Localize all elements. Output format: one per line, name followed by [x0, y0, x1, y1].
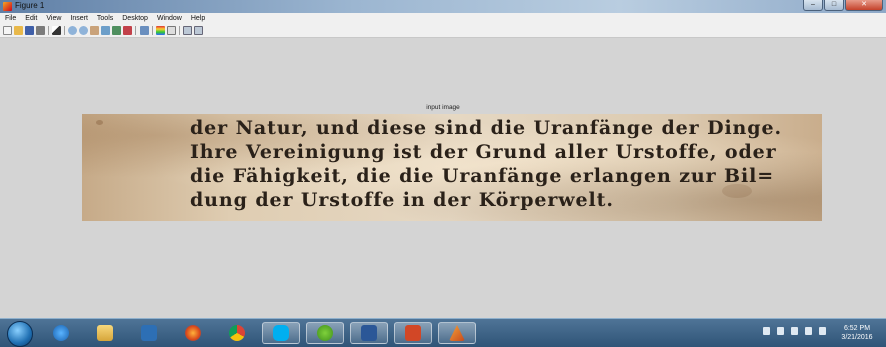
- taskbar-clock[interactable]: 6:52 PM 3/21/2016: [832, 324, 882, 342]
- internet-explorer-icon: [53, 325, 69, 341]
- menu-view[interactable]: View: [46, 13, 61, 24]
- matlab-figure-icon: [3, 2, 12, 11]
- powerpoint-icon: [405, 325, 421, 341]
- toolbar-separator: [64, 26, 65, 35]
- menu-help[interactable]: Help: [191, 13, 205, 24]
- text-line-1: der Natur, und diese sind die Uranfänge …: [190, 117, 782, 139]
- data-cursor-icon[interactable]: [112, 26, 121, 35]
- taskbar-app[interactable]: [438, 322, 476, 344]
- window-controls: – □ ✕: [803, 0, 883, 11]
- insert-legend-icon[interactable]: [167, 26, 176, 35]
- text-line-4: dung der Urstoffe in der Körperwelt.: [190, 189, 614, 211]
- firefox-icon: [185, 325, 201, 341]
- menu-edit[interactable]: Edit: [25, 13, 37, 24]
- skype-icon: [273, 325, 289, 341]
- toolbar-separator: [152, 26, 153, 35]
- edit-plot-icon[interactable]: [52, 26, 61, 35]
- word-icon: [361, 325, 377, 341]
- taskbar-app[interactable]: [262, 322, 300, 344]
- new-figure-icon[interactable]: [3, 26, 12, 35]
- clock-time: 6:52 PM: [843, 325, 871, 332]
- title-bar[interactable]: Figure 1 – □ ✕: [0, 0, 886, 13]
- taskbar-app[interactable]: [130, 322, 168, 344]
- link-plot-icon[interactable]: [140, 26, 149, 35]
- print-icon[interactable]: [36, 26, 45, 35]
- system-tray: [763, 327, 826, 335]
- minimize-button[interactable]: –: [803, 0, 823, 11]
- toolbar-separator: [48, 26, 49, 35]
- paper-stain: [96, 120, 103, 125]
- matlab-icon: [449, 325, 465, 341]
- zoom-in-icon[interactable]: [68, 26, 77, 35]
- volume-icon[interactable]: [819, 327, 826, 335]
- file-explorer-icon: [97, 325, 113, 341]
- rotate-3d-icon[interactable]: [101, 26, 110, 35]
- brush-icon[interactable]: [123, 26, 132, 35]
- chrome-icon: [229, 325, 245, 341]
- zoom-out-icon[interactable]: [79, 26, 88, 35]
- figure-toolbar: [0, 24, 886, 38]
- media-player-icon: [141, 325, 157, 341]
- maximize-button[interactable]: □: [824, 0, 844, 11]
- insert-colorbar-icon[interactable]: [156, 26, 165, 35]
- menu-insert[interactable]: Insert: [70, 13, 88, 24]
- taskbar-app[interactable]: [174, 322, 212, 344]
- network-icon[interactable]: [805, 327, 812, 335]
- text-line-3: die Fähigkeit, die die Uranfänge erlange…: [190, 165, 775, 187]
- battery-icon[interactable]: [791, 327, 798, 335]
- start-button[interactable]: [7, 321, 33, 347]
- open-file-icon[interactable]: [14, 26, 23, 35]
- close-button[interactable]: ✕: [845, 0, 883, 11]
- toolbar-separator: [135, 26, 136, 35]
- input-image: der Natur, und diese sind die Uranfänge …: [82, 114, 822, 221]
- taskbar: 6:52 PM 3/21/2016: [0, 318, 886, 347]
- taskbar-app[interactable]: [42, 322, 80, 344]
- utorrent-icon: [317, 325, 333, 341]
- clock-date: 3/21/2016: [841, 334, 873, 341]
- taskbar-app[interactable]: [394, 322, 432, 344]
- save-icon[interactable]: [25, 26, 34, 35]
- window-title: Figure 1: [15, 1, 45, 10]
- taskbar-app[interactable]: [86, 322, 124, 344]
- menu-file[interactable]: File: [5, 13, 16, 24]
- menu-desktop[interactable]: Desktop: [122, 13, 148, 24]
- figure-window: Figure 1 – □ ✕ File Edit View Insert Too…: [0, 0, 886, 318]
- hide-plot-tools-icon[interactable]: [183, 26, 192, 35]
- action-center-icon[interactable]: [777, 327, 784, 335]
- taskbar-app[interactable]: [306, 322, 344, 344]
- pan-icon[interactable]: [90, 26, 99, 35]
- axes-title: input image: [426, 104, 460, 111]
- show-hidden-icons-icon[interactable]: [763, 327, 770, 335]
- menu-tools[interactable]: Tools: [97, 13, 113, 24]
- taskbar-app[interactable]: [350, 322, 388, 344]
- text-line-2: Ihre Vereinigung ist der Grund aller Urs…: [190, 141, 777, 163]
- taskbar-app[interactable]: [218, 322, 256, 344]
- toolbar-separator: [179, 26, 180, 35]
- menu-window[interactable]: Window: [157, 13, 182, 24]
- menu-bar: File Edit View Insert Tools Desktop Wind…: [0, 13, 886, 24]
- show-plot-tools-icon[interactable]: [194, 26, 203, 35]
